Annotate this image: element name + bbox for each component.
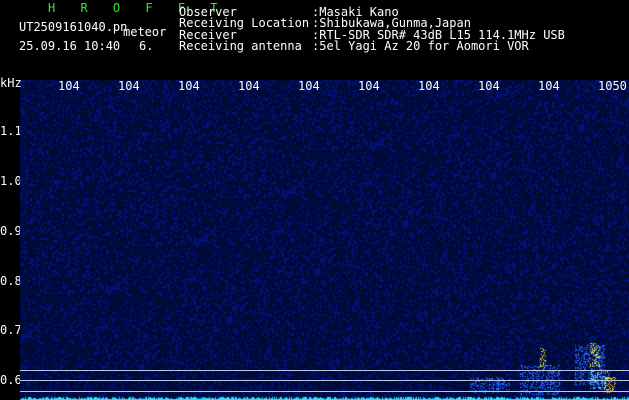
top-tick-4: 104 (238, 80, 260, 92)
top-tick-10: 1050 (598, 80, 627, 92)
top-tick-5: 104 (298, 80, 320, 92)
left-tick-3: 0.9 (0, 225, 20, 237)
reference-line-lower (20, 380, 629, 381)
top-tick-8: 104 (478, 80, 500, 92)
filename-label: UT2509161040.pn (19, 20, 128, 34)
top-tick-3: 104 (178, 80, 200, 92)
reference-line-upper (20, 370, 629, 371)
left-tick-5: 0.7 (0, 324, 20, 336)
count-label: 6. (139, 39, 154, 53)
antenna-label: Receiving antenna (179, 39, 302, 53)
left-tick-2: 1.0 (0, 175, 20, 187)
top-tick-7: 104 (418, 80, 440, 92)
left-tick-6: 0.6 (0, 374, 20, 386)
y-unit-label: kHz (0, 76, 22, 90)
left-tick-4: 0.8 (0, 275, 20, 287)
meteor-tag: meteor (123, 25, 167, 39)
antenna-value: :5el Yagi Az 20 for Aomori VOR (312, 39, 529, 53)
datetime-label: 25.09.16 10:40 (19, 39, 121, 53)
spectrogram-plot (20, 80, 629, 400)
waterfall-canvas (20, 80, 629, 400)
reference-line-bottom (20, 391, 629, 392)
top-tick-1: 104 (58, 80, 80, 92)
top-tick-2: 104 (118, 80, 140, 92)
top-tick-6: 104 (358, 80, 380, 92)
left-tick-1: 1.1 (0, 125, 20, 137)
top-tick-9: 104 (538, 80, 560, 92)
